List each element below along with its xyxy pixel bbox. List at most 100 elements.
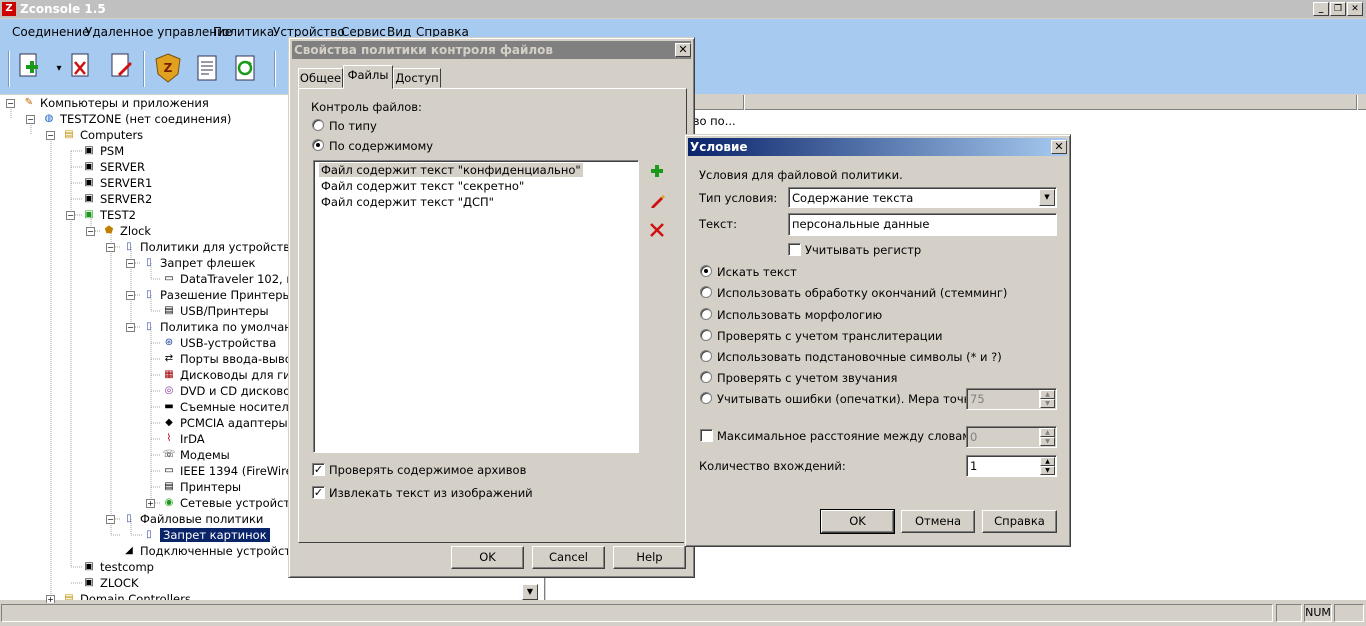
ok-button[interactable]: OK [820, 509, 895, 534]
text-input[interactable]: персональные данные [788, 213, 1057, 236]
add-policy-icon[interactable] [15, 52, 45, 86]
collapse-toggle[interactable]: − [106, 515, 115, 524]
tree-item-computer[interactable]: ▣ SERVER1 [82, 176, 152, 190]
restore-button[interactable]: ❐ [1330, 2, 1346, 16]
max-distance-checkbox[interactable] [700, 429, 713, 442]
ok-button[interactable]: OK [451, 546, 524, 569]
menu-remote[interactable]: Удаленное управление [85, 25, 232, 39]
zlock-shield-icon[interactable]: Z [153, 52, 183, 86]
scroll-down-arrow[interactable]: ▼ [522, 584, 538, 600]
collapse-toggle[interactable]: − [126, 323, 135, 332]
tree-item-device-class[interactable]: ◆ PCMCIA адаптеры [162, 416, 287, 430]
tab-general[interactable]: Общее [298, 68, 343, 88]
tree-item-policy-selected[interactable]: ▯ Запрет картинок [142, 528, 270, 542]
list-item[interactable]: Файл содержит текст "секретно" [321, 179, 524, 193]
help-button[interactable]: Help [613, 546, 686, 569]
cancel-button[interactable]: Отмена [901, 510, 975, 533]
spinner-arrows[interactable]: ▲ ▼ [1039, 390, 1055, 408]
tree-item-device[interactable]: ▭ DataTraveler 102, про [162, 272, 308, 286]
count-spinner[interactable]: 1 ▲ ▼ [966, 455, 1057, 477]
case-sensitive-checkbox[interactable] [788, 243, 801, 256]
close-button[interactable]: ✕ [1347, 2, 1363, 16]
radio-typos[interactable] [700, 392, 712, 404]
tree-item-device-class[interactable]: ▦ Дисководы для гибк [162, 368, 304, 382]
tree-item-computer[interactable]: ▣ SERVER [82, 160, 145, 174]
tree-item-device-class[interactable]: ⊛ USB-устройства [162, 336, 276, 350]
spinner-arrows[interactable]: ▲ ▼ [1039, 457, 1055, 475]
tree-item-policy[interactable]: ▯ Политика по умолчанию [142, 320, 309, 334]
delete-icon[interactable] [649, 222, 665, 238]
tree-item-computers[interactable]: ▤ Computers [62, 128, 143, 142]
help-button[interactable]: Справка [982, 510, 1057, 533]
tree-item-computer[interactable]: ▣ testcomp [82, 560, 154, 574]
tree-item-device-class[interactable]: ⇄ Порты ввода-вывода [162, 352, 307, 366]
menu-policy[interactable]: Политика [213, 25, 274, 39]
collapse-toggle[interactable]: − [26, 115, 35, 124]
accuracy-spinner[interactable]: 75 ▲ ▼ [966, 388, 1057, 410]
check-archives-checkbox[interactable]: ✓ [312, 463, 325, 476]
conditions-list[interactable]: Файл содержит текст "конфиденциально" Фа… [313, 160, 639, 453]
tree-item-device-class[interactable]: ▤ Принтеры [162, 480, 241, 494]
tree-item-device[interactable]: ▤ USB/Принтеры [162, 304, 268, 318]
tree-item-computer[interactable]: ▣ ZLOCK [82, 576, 138, 590]
collapse-toggle[interactable]: − [6, 99, 15, 108]
column-divider[interactable] [743, 95, 745, 110]
tree-item-device-class[interactable]: ▭ IEEE 1394 (FireWire) [162, 464, 297, 478]
delete-policy-icon[interactable] [66, 52, 96, 86]
tab-files[interactable]: Файлы [343, 65, 393, 89]
tree-item-device-class[interactable]: ⌇ IrDA [162, 432, 205, 446]
tree-item-policy[interactable]: ▯ Запрет флешек [142, 256, 255, 270]
radio-wildcards[interactable] [700, 350, 712, 362]
tree-item-computer[interactable]: ▣ TEST2 [82, 208, 136, 222]
radio-search-text[interactable] [700, 265, 712, 277]
tree-item-testzone[interactable]: ◍ TESTZONE (нет соединения) [42, 112, 232, 126]
collapse-toggle[interactable]: − [66, 211, 75, 220]
tree-item-device-class[interactable]: ◎ DVD и CD дисковод [162, 384, 299, 398]
radio-by-content[interactable] [312, 139, 324, 151]
radio-by-type[interactable] [312, 119, 324, 131]
list-item[interactable]: Файл содержит текст "конфиденциально" [319, 163, 583, 177]
tree-item-computers-apps[interactable]: ✎ Компьютеры и приложения [22, 96, 209, 110]
tab-access[interactable]: Доступ [393, 68, 441, 88]
minimize-button[interactable]: _ [1313, 2, 1329, 16]
radio-sound[interactable] [700, 371, 712, 383]
cancel-button[interactable]: Cancel [532, 546, 605, 569]
menu-connection[interactable]: Соединение [12, 25, 89, 39]
plus-icon[interactable] [649, 163, 665, 179]
tree-item-computer[interactable]: ▣ SERVER2 [82, 192, 152, 206]
pencil-icon[interactable] [649, 193, 665, 209]
spinner-arrows[interactable]: ▲ ▼ [1039, 428, 1055, 446]
radio-stemming[interactable] [700, 286, 712, 298]
tree-item-device-class[interactable]: ▬ Съемные носители [162, 400, 296, 414]
extract-images-checkbox[interactable]: ✓ [312, 486, 325, 499]
text-label: Текст: [699, 217, 737, 231]
collapse-toggle[interactable]: − [126, 291, 135, 300]
chevron-down-icon[interactable]: ▼ [1039, 189, 1055, 206]
radio-morphology[interactable] [700, 308, 712, 320]
close-icon[interactable]: ✕ [1051, 140, 1067, 154]
condition-type-select[interactable]: Содержание текста ▼ [788, 187, 1057, 208]
tree-item-connected-devices[interactable]: ◢ Подключенные устройства [122, 544, 305, 558]
tree-item-domain-controllers[interactable]: ▤ Domain Controllers [62, 592, 191, 600]
list-item[interactable]: Файл содержит текст "ДСП" [321, 195, 494, 209]
tree-item-computer[interactable]: ▣ PSM [82, 144, 124, 158]
computer-online-icon: ▣ [84, 209, 94, 220]
edit-policy-icon[interactable] [106, 52, 136, 86]
collapse-toggle[interactable]: − [46, 131, 55, 140]
collapse-toggle[interactable]: − [126, 259, 135, 268]
close-icon[interactable]: ✕ [675, 43, 691, 57]
tree-item-device-class[interactable]: ◉ Сетевые устройства [162, 496, 304, 510]
expand-toggle[interactable]: + [146, 499, 155, 508]
max-distance-spinner[interactable]: 0 ▲ ▼ [966, 426, 1057, 448]
column-divider[interactable] [1356, 95, 1358, 110]
tree-item-device-class[interactable]: ☏ Модемы [162, 448, 230, 462]
tree-item-file-policies[interactable]: ▯ Файловые политики [122, 512, 263, 526]
tree-item-device-policies[interactable]: ▯ Политики для устройств [122, 240, 290, 254]
tree-item-zlock[interactable]: ⬟ Zlock [102, 224, 151, 238]
radio-transliteration[interactable] [700, 329, 712, 341]
tree-item-policy[interactable]: ▯ Разешение Принтеры [142, 288, 291, 302]
properties-icon[interactable] [194, 52, 224, 86]
collapse-toggle[interactable]: − [86, 227, 95, 236]
refresh-icon[interactable] [232, 52, 262, 86]
collapse-toggle[interactable]: − [106, 243, 115, 252]
